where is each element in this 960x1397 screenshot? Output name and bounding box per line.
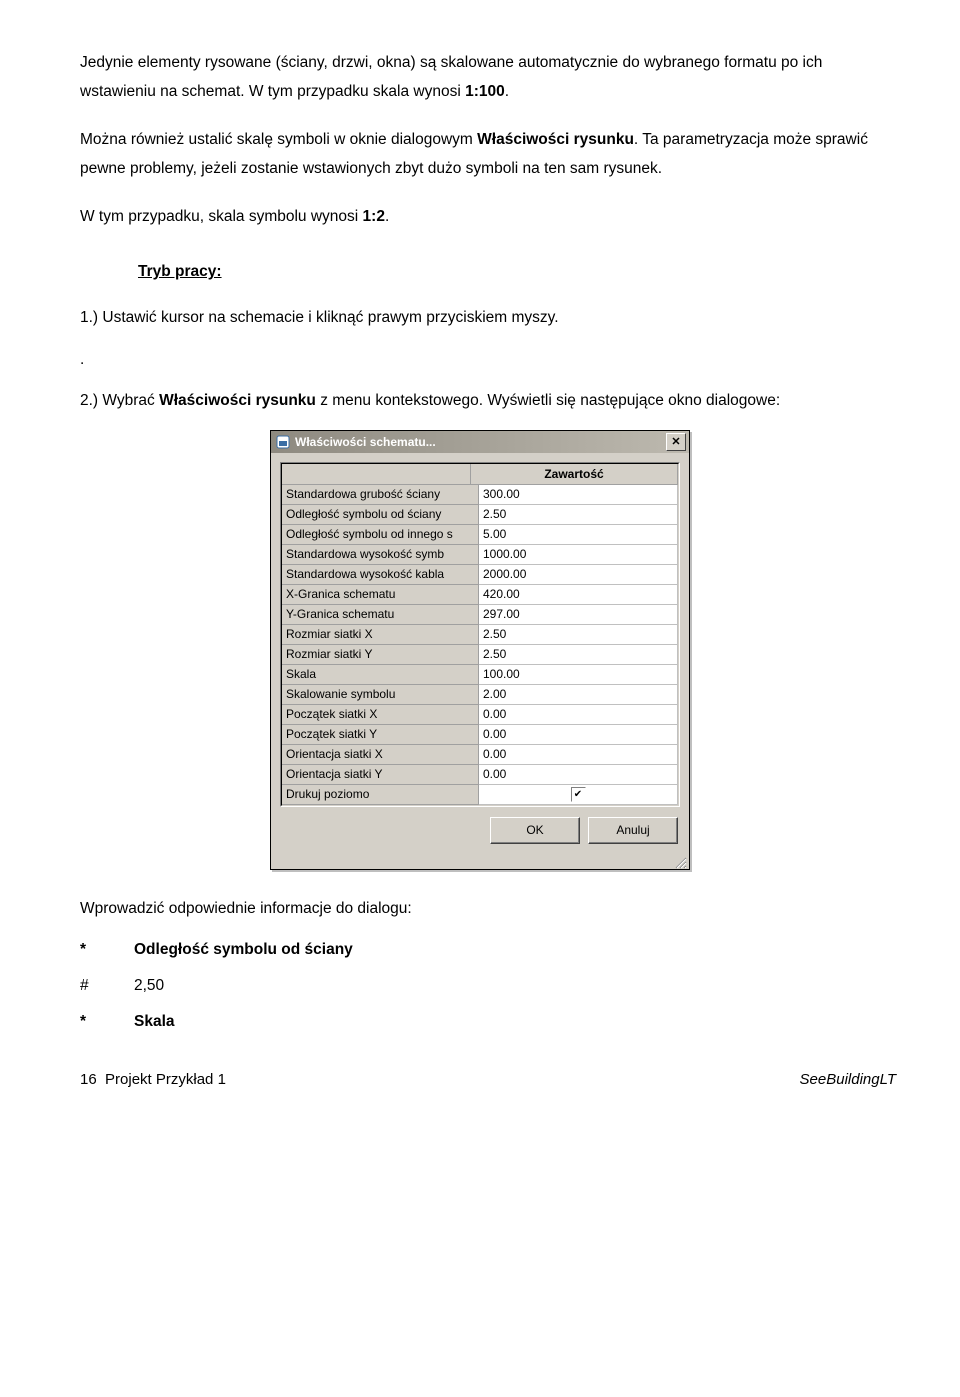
property-label: Drukuj poziomo bbox=[282, 785, 479, 805]
footer-title: Projekt Przykład 1 bbox=[105, 1071, 226, 1088]
property-row: Skala100.00 bbox=[282, 665, 678, 685]
close-icon: ✕ bbox=[671, 435, 680, 448]
page-number: 16 bbox=[80, 1071, 97, 1088]
property-value[interactable]: 297.00 bbox=[479, 605, 678, 625]
property-checkbox[interactable]: ✔ bbox=[479, 785, 678, 805]
property-value[interactable]: 2.50 bbox=[479, 645, 678, 665]
property-row: Standardowa wysokość kabla2000.00 bbox=[282, 565, 678, 585]
property-label: Orientacja siatki X bbox=[282, 745, 479, 765]
heading-text: Tryb pracy: bbox=[138, 263, 222, 280]
property-row: Początek siatki Y0.00 bbox=[282, 725, 678, 745]
property-label: Orientacja siatki Y bbox=[282, 765, 479, 785]
text-bold: 1:100 bbox=[465, 83, 505, 100]
bullet-mark: * bbox=[80, 941, 134, 959]
property-value[interactable]: 2.50 bbox=[479, 505, 678, 525]
property-row: Orientacja siatki Y0.00 bbox=[282, 765, 678, 785]
definition-row: * Skala bbox=[80, 1013, 896, 1031]
cancel-button[interactable]: Anuluj bbox=[588, 817, 678, 844]
property-label: Początek siatki X bbox=[282, 705, 479, 725]
property-value[interactable]: 420.00 bbox=[479, 585, 678, 605]
property-value[interactable]: 0.00 bbox=[479, 765, 678, 785]
property-row: Y-Granica schematu297.00 bbox=[282, 605, 678, 625]
property-value[interactable]: 0.00 bbox=[479, 745, 678, 765]
property-label: Standardowa grubość ściany bbox=[282, 485, 479, 505]
header-cell: Zawartość bbox=[471, 464, 678, 484]
property-grid: Standardowa grubość ściany300.00Odległoś… bbox=[282, 485, 678, 805]
property-label: Y-Granica schematu bbox=[282, 605, 479, 625]
property-label: Standardowa wysokość kabla bbox=[282, 565, 479, 585]
app-icon bbox=[275, 434, 291, 450]
property-value[interactable]: 100.00 bbox=[479, 665, 678, 685]
dialog-title: Właściwości schematu... bbox=[295, 435, 666, 449]
definition-row: * Odległość symbolu od ściany bbox=[80, 941, 896, 959]
property-row: Rozmiar siatki X2.50 bbox=[282, 625, 678, 645]
property-value[interactable]: 5.00 bbox=[479, 525, 678, 545]
property-label: Rozmiar siatki X bbox=[282, 625, 479, 645]
property-value[interactable]: 300.00 bbox=[479, 485, 678, 505]
definition-row: # 2,50 bbox=[80, 977, 896, 995]
text-bold: Właściwości rysunku bbox=[477, 131, 634, 148]
property-label: Rozmiar siatki Y bbox=[282, 645, 479, 665]
property-row: Orientacja siatki X0.00 bbox=[282, 745, 678, 765]
definition-value: 2,50 bbox=[134, 977, 896, 995]
step-dot: . bbox=[80, 345, 896, 374]
property-value[interactable]: 2.00 bbox=[479, 685, 678, 705]
property-value[interactable]: 2.50 bbox=[479, 625, 678, 645]
property-row: Początek siatki X0.00 bbox=[282, 705, 678, 725]
property-row: Odległość symbolu od ściany2.50 bbox=[282, 505, 678, 525]
property-label: Początek siatki Y bbox=[282, 725, 479, 745]
step-2: 2.) Wybrać Właściwości rysunku z menu ko… bbox=[80, 386, 896, 415]
text: . bbox=[505, 83, 509, 100]
property-row: X-Granica schematu420.00 bbox=[282, 585, 678, 605]
property-value[interactable]: 1000.00 bbox=[479, 545, 678, 565]
property-label: Standardowa wysokość symb bbox=[282, 545, 479, 565]
property-label: X-Granica schematu bbox=[282, 585, 479, 605]
property-row: Skalowanie symbolu2.00 bbox=[282, 685, 678, 705]
footer-left: 16 Projekt Przykład 1 bbox=[80, 1071, 226, 1088]
property-value[interactable]: 0.00 bbox=[479, 705, 678, 725]
paragraph-3: W tym przypadku, skala symbolu wynosi 1:… bbox=[80, 202, 896, 231]
property-row: Standardowa grubość ściany300.00 bbox=[282, 485, 678, 505]
resize-grip-icon[interactable] bbox=[271, 855, 689, 869]
property-label: Skalowanie symbolu bbox=[282, 685, 479, 705]
text-bold: Właściwości rysunku bbox=[159, 392, 316, 409]
bullet-mark: # bbox=[80, 977, 134, 995]
property-row: Drukuj poziomo ✔ bbox=[282, 785, 678, 805]
text-bold: 1:2 bbox=[363, 208, 385, 225]
text: z menu kontekstowego. Wyświetli się nast… bbox=[316, 392, 780, 409]
work-mode-heading: Tryb pracy: bbox=[138, 263, 896, 281]
step-1: 1.) Ustawić kursor na schemacie i klikną… bbox=[80, 303, 896, 332]
property-row: Standardowa wysokość symb1000.00 bbox=[282, 545, 678, 565]
property-label: Odległość symbolu od innego s bbox=[282, 525, 479, 545]
property-label: Odległość symbolu od ściany bbox=[282, 505, 479, 525]
grid-header: Zawartość bbox=[282, 464, 678, 485]
ok-button[interactable]: OK bbox=[490, 817, 580, 844]
definition-label: Odległość symbolu od ściany bbox=[134, 941, 896, 959]
paragraph-1: Jedynie elementy rysowane (ściany, drzwi… bbox=[80, 48, 896, 107]
page-footer: 16 Projekt Przykład 1 SeeBuildingLT bbox=[80, 1071, 896, 1088]
text: Jedynie elementy rysowane (ściany, drzwi… bbox=[80, 54, 822, 100]
text: Można również ustalić skalę symboli w ok… bbox=[80, 131, 477, 148]
text: 2.) Wybrać bbox=[80, 392, 159, 409]
footer-right: SeeBuildingLT bbox=[800, 1071, 896, 1088]
text: W tym przypadku, skala symbolu wynosi bbox=[80, 208, 363, 225]
definition-label: Skala bbox=[134, 1013, 896, 1031]
checkbox-icon[interactable]: ✔ bbox=[571, 787, 586, 802]
close-button[interactable]: ✕ bbox=[666, 433, 686, 451]
property-row: Rozmiar siatki Y2.50 bbox=[282, 645, 678, 665]
property-row: Odległość symbolu od innego s5.00 bbox=[282, 525, 678, 545]
after-dialog-text: Wprowadzić odpowiednie informacje do dia… bbox=[80, 894, 896, 923]
bullet-mark: * bbox=[80, 1013, 134, 1031]
property-value[interactable]: 2000.00 bbox=[479, 565, 678, 585]
text: . bbox=[385, 208, 389, 225]
property-value[interactable]: 0.00 bbox=[479, 725, 678, 745]
paragraph-2: Można również ustalić skalę symboli w ok… bbox=[80, 125, 896, 184]
properties-dialog: Właściwości schematu... ✕ Zawartość Stan… bbox=[270, 430, 690, 870]
dialog-titlebar[interactable]: Właściwości schematu... ✕ bbox=[271, 431, 689, 453]
property-label: Skala bbox=[282, 665, 479, 685]
